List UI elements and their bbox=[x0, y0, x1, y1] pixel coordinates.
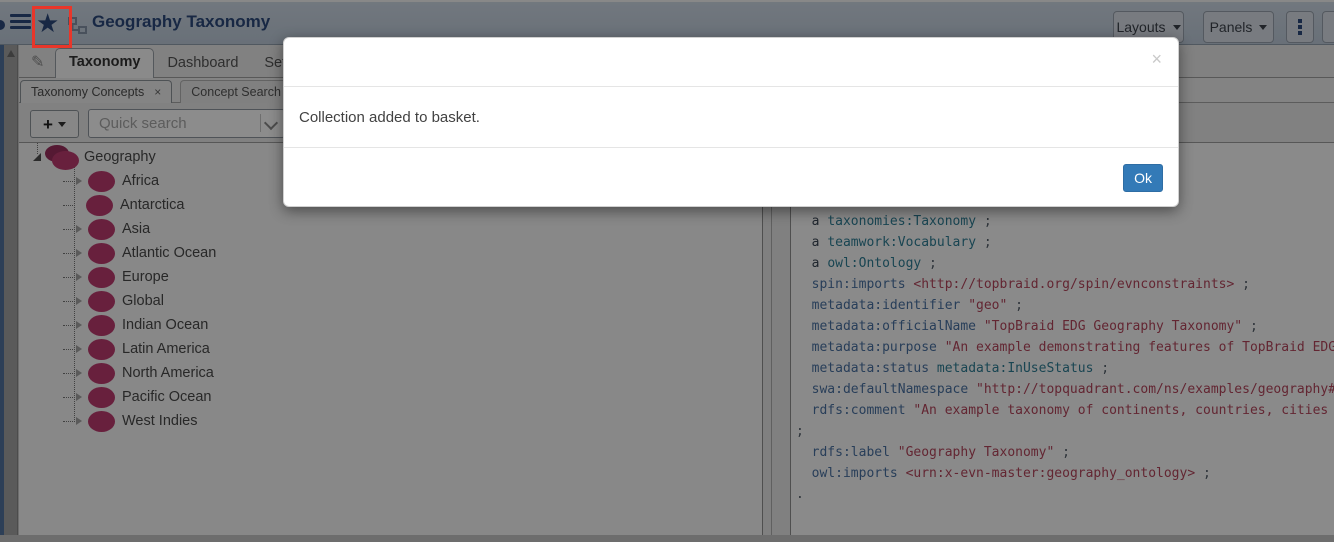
close-icon[interactable]: × bbox=[1151, 50, 1162, 68]
message-dialog: × Collection added to basket. Ok bbox=[283, 37, 1179, 207]
dialog-footer: Ok bbox=[284, 148, 1178, 208]
dialog-body: Collection added to basket. bbox=[284, 87, 1178, 148]
application-window: ★ Geography Taxonomy Layouts Panels ✎ Ta… bbox=[0, 0, 1334, 542]
annotation-highlight-box bbox=[32, 6, 72, 48]
dialog-message: Collection added to basket. bbox=[299, 109, 480, 126]
dialog-header: × bbox=[284, 38, 1178, 87]
ok-button[interactable]: Ok bbox=[1123, 164, 1163, 192]
